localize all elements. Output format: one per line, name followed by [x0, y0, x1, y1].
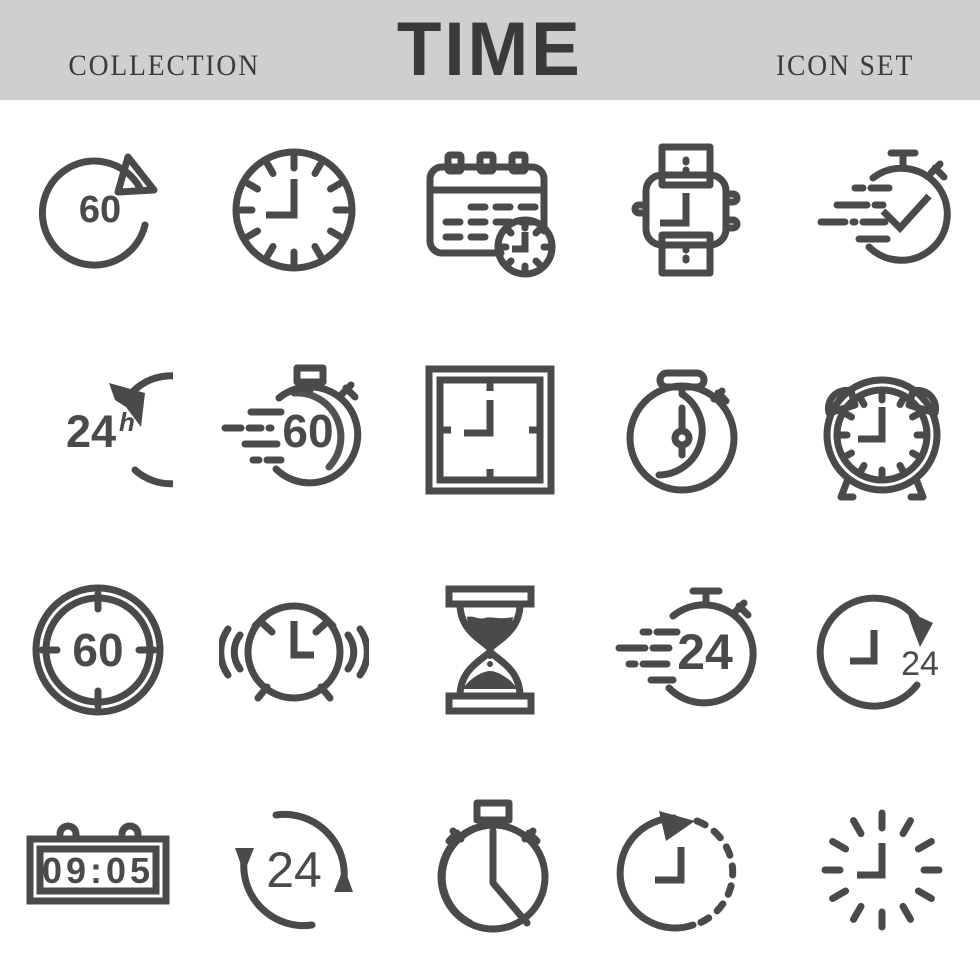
header-inner: COLLECTION TIME ICON SET	[0, 12, 980, 88]
icon-cell-fast-stopwatch-60[interactable]: 60	[196, 320, 392, 540]
icon-cell-solid-24h[interactable]: 24 h	[0, 320, 196, 540]
icon-cell-cycle-24[interactable]: 24	[196, 760, 392, 980]
icon-cell-fast-stopwatch-check[interactable]	[784, 100, 980, 320]
icon-set-page: COLLECTION TIME ICON SET 60 24 h 60 60 2…	[0, 0, 980, 980]
arrow-clock-24-label: 24	[901, 645, 939, 683]
icon-cell-ringing-alarm[interactable]	[196, 540, 392, 760]
wristwatch-icon	[631, 143, 741, 277]
stopwatch-needle-icon	[626, 369, 738, 494]
page-title: TIME	[397, 7, 583, 92]
icon-cell-arrow-clock-24[interactable]: 24	[784, 540, 980, 760]
icon-cell-stopwatch-sector[interactable]	[392, 760, 588, 980]
circular-arrow-60-icon: 60	[38, 153, 158, 269]
icon-cell-fast-stopwatch-24[interactable]: 24	[588, 540, 784, 760]
header-collection-text: COLLECTION	[68, 49, 260, 82]
fast-stopwatch-60-icon: 60	[221, 364, 362, 487]
square-clock-icon	[425, 365, 555, 495]
solid-circular-arrow-24h-icon: 24 h	[66, 372, 173, 488]
icon-cell-square-clock[interactable]	[392, 320, 588, 540]
digital-digits: 09:05	[42, 850, 154, 891]
ringing-alarm-clock-icon	[219, 602, 369, 702]
ring-60-label: 60	[72, 624, 123, 676]
icon-cell-tick-clock[interactable]	[784, 760, 980, 980]
digital-clock-time: 09:05	[42, 850, 154, 891]
icon-cell-alarm-clock[interactable]	[784, 320, 980, 540]
solid-24h-superscript: h	[119, 407, 135, 437]
header-iconset-text: ICON SET	[775, 49, 915, 82]
header-center: TIME	[353, 12, 627, 88]
icon-cell-digital-clock[interactable]: 09:05	[0, 760, 196, 980]
icon-cell-refresh-60[interactable]: 60	[0, 100, 196, 320]
fast-stopwatch-24-label: 24	[677, 624, 733, 680]
tick-marks-clock-icon	[821, 809, 943, 931]
solid-24h-label: 24	[66, 406, 116, 457]
icon-cell-hourglass[interactable]	[392, 540, 588, 760]
dashed-circle-arrow-clock-icon	[616, 811, 737, 932]
digital-clock-icon: 09:05	[26, 822, 170, 905]
icon-cell-wrist-watch[interactable]	[588, 100, 784, 320]
icon-cell-stopwatch-needle[interactable]	[588, 320, 784, 540]
fast-stopwatch-60-label: 60	[282, 405, 333, 457]
calendar-clock-icon	[426, 151, 556, 278]
cycle-24-label: 24	[266, 842, 322, 898]
header-banner: COLLECTION TIME ICON SET	[0, 0, 980, 100]
hourglass-icon	[445, 585, 535, 715]
icon-cell-wall-clock[interactable]	[196, 100, 392, 320]
icon-cell-dashed-arrow-clock[interactable]	[588, 760, 784, 980]
two-arrow-cycle-24-icon: 24	[235, 810, 353, 930]
fast-stopwatch-24-icon: 24	[615, 587, 757, 707]
fast-stopwatch-check-icon	[817, 149, 951, 264]
analog-clock-icon	[232, 148, 356, 272]
icon-cell-ring-60[interactable]: 60	[0, 540, 196, 760]
header-right: ICON SET	[627, 49, 920, 83]
icon-grid: 60 24 h 60 60 24 24 09:05 24	[0, 100, 980, 980]
refresh-60-label: 60	[79, 189, 121, 231]
alarm-clock-icon	[823, 376, 941, 501]
circular-arrow-clock-24-icon: 24	[816, 594, 939, 710]
double-ring-timer-60-icon: 60	[32, 584, 164, 716]
stopwatch-elapsed-sector-icon	[437, 799, 549, 933]
icon-cell-calendar-clock[interactable]	[392, 100, 588, 320]
header-left: COLLECTION	[60, 49, 353, 83]
